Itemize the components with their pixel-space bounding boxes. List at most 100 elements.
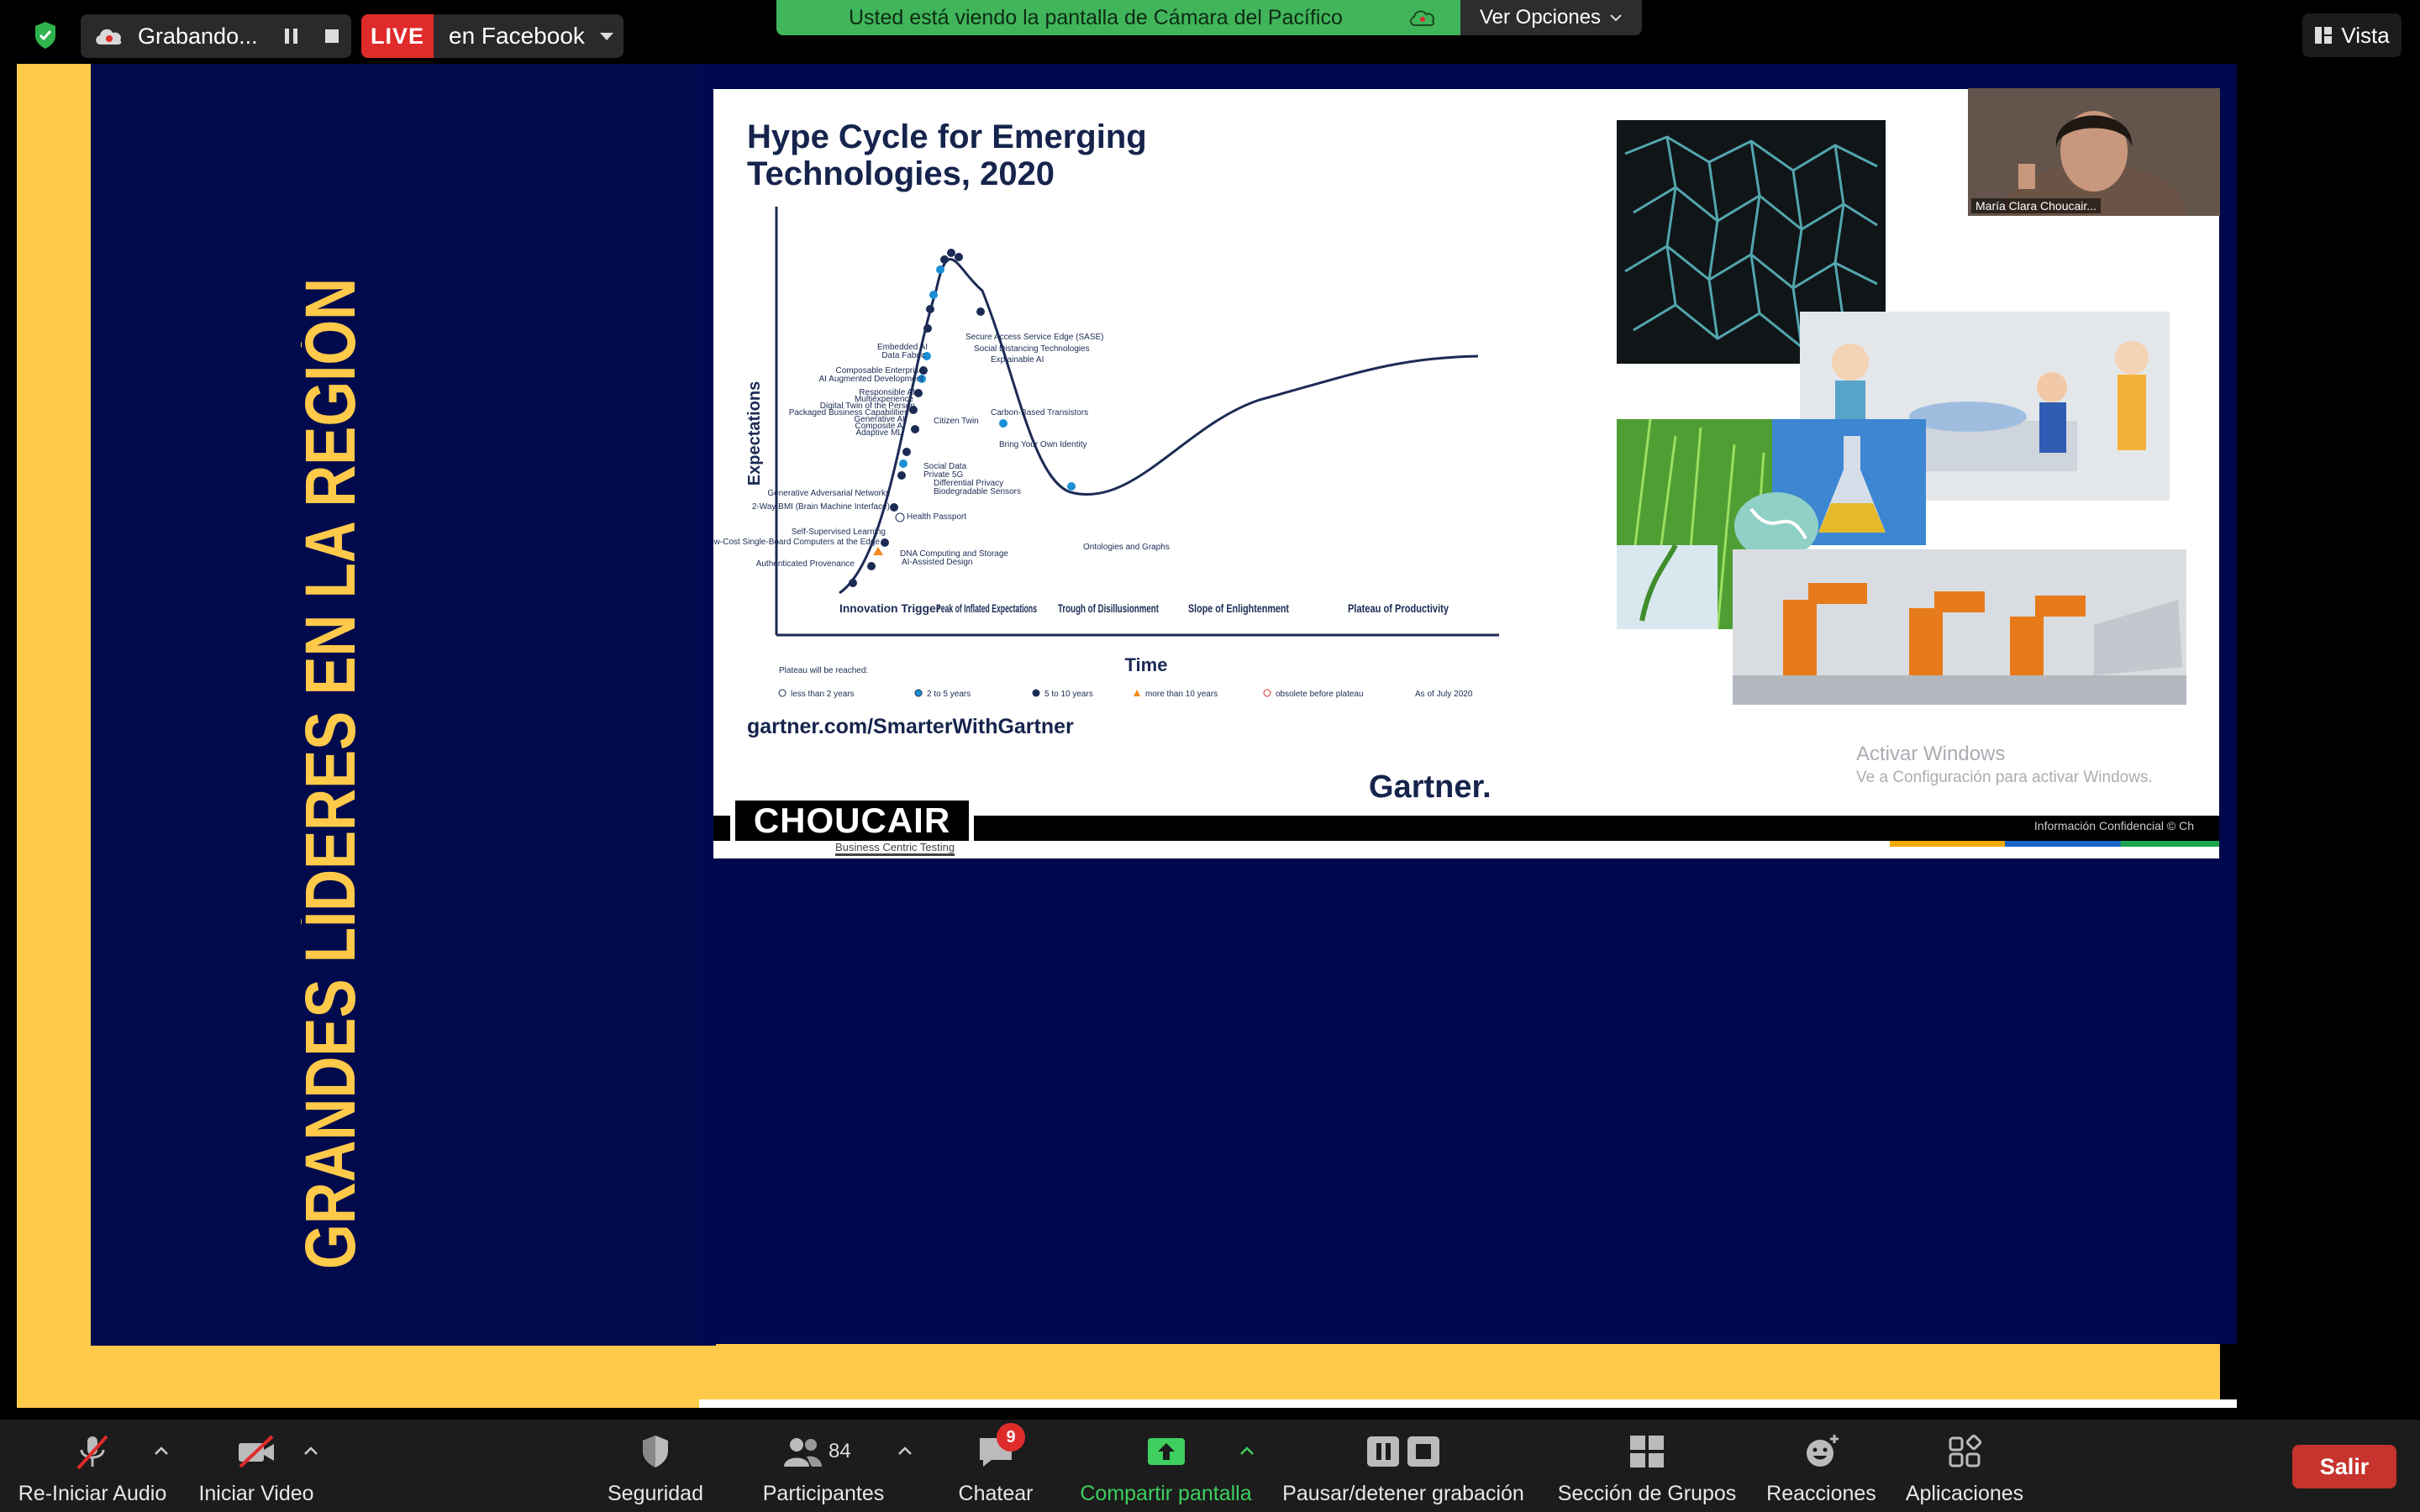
shared-screen: GRANDES LÍDERES EN LA REGIÓN Hype Cycle … [17,64,2237,1408]
technology-label: Biodegradable Sensors [934,487,1021,496]
technology-label: AI-Assisted Design [902,558,972,567]
technology-label: Citizen Twin [934,417,979,426]
breakout-rooms-icon [1630,1436,1664,1467]
security-shield-toolbar-icon [643,1436,668,1467]
view-label: Vista [2341,22,2390,48]
apps-label: Aplicaciones [1905,1482,2024,1505]
hype-marker-triangle [873,547,883,555]
activate-windows-watermark: Activar Windows Ve a Configuración para … [1856,743,2153,790]
technology-label: Data Fabric [881,351,925,360]
participants-icon [784,1438,822,1467]
company-logo: CHOUCAIR Business Centric Testing [730,799,974,858]
leave-meeting-button[interactable]: Salir [2292,1445,2396,1488]
pause-recording-icon[interactable] [279,24,304,49]
technology-label: Low-Cost Single-Board Computers at the E… [713,538,880,547]
legend: less than 2 years 2 to 5 years 5 to 10 yea… [778,689,1364,699]
live-stream-indicator[interactable]: LIVE en Facebook [361,14,623,58]
technology-label: Ontologies and Graphs [1083,543,1170,552]
technology-label: Adaptive ML [855,428,902,438]
audio-options-caret-icon[interactable] [153,1445,170,1457]
company-logo-text: CHOUCAIR [735,801,969,841]
participants-button[interactable]: 84 Participantes [752,1420,895,1512]
pause-stop-recording-label: Pausar/detener grabación [1282,1482,1524,1505]
participants-options-caret-icon[interactable] [897,1445,913,1457]
as-of-date: As of July 2020 [1415,690,1473,699]
activate-windows-title: Activar Windows [1856,743,2006,765]
security-shield-icon[interactable] [25,18,66,52]
participants-count: 84 [829,1440,851,1462]
vertical-title: GRANDES LÍDERES EN LA REGIÓN [291,278,376,1269]
share-screen-icon [1147,1438,1185,1465]
industrial-robots-image [1733,549,2186,705]
phase-label: Peak of Inflated Expectations [936,601,1037,615]
slide-bottom-edge [699,1399,2237,1408]
top-bar: Grabando... LIVE en Facebook Usted está … [0,0,2420,64]
meeting-toolbar: Re-Iniciar Audio Iniciar Video Seguridad… [0,1420,2420,1512]
stop-recording-icon[interactable] [319,24,345,49]
apps-button[interactable]: Aplicaciones [1897,1420,2032,1512]
technology-label: Bring Your Own Identity [999,440,1087,449]
viewing-text: Usted está viendo la pantalla de Cámara … [849,5,1343,29]
audio-label: Re-Iniciar Audio [18,1482,167,1505]
legend-label: obsolete before plateau [1276,690,1364,699]
video-button[interactable]: Iniciar Video [189,1420,324,1512]
chat-button[interactable]: 9 Chatear [941,1420,1050,1512]
caret-down-icon[interactable] [598,30,615,42]
confidential-notice: Información Confidencial © Ch [2033,819,2194,832]
hype-cycle-figure: Hype Cycle for Emerging Technologies, 20… [713,89,1537,828]
viewing-banner: Usted está viendo la pantalla de Cámara … [776,0,1460,35]
legend-label: less than 2 years [791,690,855,699]
reactions-button[interactable]: Reacciones [1756,1420,1886,1512]
technology-label: Generative Adversarial Networks [767,489,890,498]
share-screen-button[interactable]: Compartir pantalla [1071,1420,1260,1512]
reactions-label: Reacciones [1766,1482,1876,1505]
legend-label: 2 to 5 years [927,690,971,699]
microphone-muted-icon [76,1435,108,1470]
chat-unread-badge: 9 [997,1423,1025,1452]
technology-label: Health Passport [907,512,966,522]
chevron-down-icon [1610,14,1622,22]
gartner-logo: Gartner. [1369,769,1491,805]
technology-label: Social Distancing Technologies [974,344,1090,354]
technology-label: Carbon-Based Transistors [991,408,1088,417]
left-banner [91,64,716,1346]
chat-label: Chatear [958,1482,1034,1505]
participant-name: María Clara Choucair... [1971,198,2101,213]
video-options-caret-icon[interactable] [302,1445,319,1457]
breakout-rooms-button[interactable]: Sección de Grupos [1550,1420,1744,1512]
technology-label: Self-Supervised Learning [792,528,886,537]
security-label: Seguridad [608,1482,703,1505]
legend-label: more than 10 years [1145,690,1218,699]
security-button[interactable]: Seguridad [592,1420,718,1512]
hype-markers-blue [899,265,1076,491]
audio-button[interactable]: Re-Iniciar Audio [8,1420,176,1512]
pause-stop-recording-button[interactable]: Pausar/detener grabación [1281,1420,1525,1512]
legend-marker [778,689,786,697]
smiley-reaction-icon [1806,1435,1839,1467]
share-options-caret-icon[interactable] [1239,1445,1255,1457]
technology-label: Explainable AI [991,355,1044,365]
video-label: Iniciar Video [198,1482,314,1505]
view-options-button[interactable]: Ver Opciones [1460,0,1642,35]
hype-marker-open [895,512,905,522]
breakout-rooms-label: Sección de Grupos [1557,1482,1737,1505]
participant-video-thumbnail[interactable]: María Clara Choucair... [1968,88,2220,216]
y-axis-label: Expectations [745,381,764,486]
technology-labels: Secure Access Service Edge (SASE) Social … [713,333,1170,569]
footer-color-stripe [1890,841,2219,847]
live-badge: LIVE [361,14,434,58]
company-tagline: Business Centric Testing [835,841,955,856]
legend-label: 5 to 10 years [1044,690,1093,699]
x-axis-label: Time [1125,654,1168,675]
legend-marker [914,689,923,697]
recording-indicator: Grabando... [81,14,351,58]
cloud-icon [1410,10,1435,26]
phase-label: Innovation Trigger [839,601,941,615]
legend-marker [1263,689,1271,697]
pause-stop-recording-icon [1367,1436,1439,1467]
view-button[interactable]: Vista [2302,13,2402,57]
phase-label: Slope of Enlightenment [1188,601,1289,615]
technology-label: AI Augmented Development [818,375,923,384]
technology-label: Secure Access Service Edge (SASE) [965,333,1104,342]
activate-windows-subtitle: Ve a Configuración para activar Windows. [1856,769,2153,786]
